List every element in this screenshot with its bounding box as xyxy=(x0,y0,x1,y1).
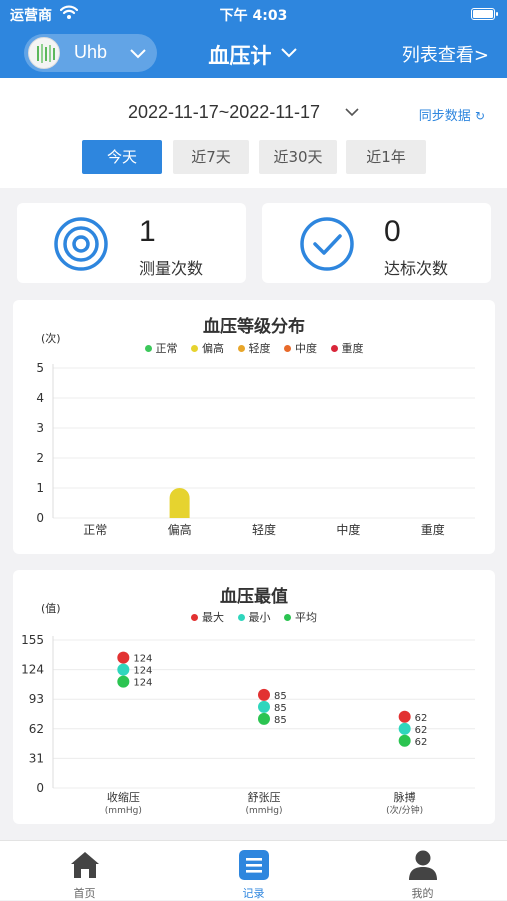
tabbar-label: 记录 xyxy=(242,887,265,900)
user-avatar xyxy=(28,37,60,69)
tab-30-days[interactable]: 近30天 xyxy=(259,140,337,174)
status-bar: 运营商 下午 4:03 xyxy=(0,0,507,28)
data-label: 85 xyxy=(274,703,287,714)
data-point xyxy=(117,675,130,688)
refresh-icon: ↻ xyxy=(474,109,485,123)
tabbar-item-home[interactable]: 首页 xyxy=(0,841,169,901)
y-tick-label: 1 xyxy=(36,481,44,495)
x-tick-label: 重度 xyxy=(421,522,445,537)
x-tick-label: 轻度 xyxy=(252,522,276,537)
data-point xyxy=(258,700,270,713)
x-tick-unit-label: (mmHg) xyxy=(105,806,142,816)
x-tick-label: 脉搏 xyxy=(394,790,416,804)
x-tick-unit-label: (次/分钟) xyxy=(386,804,423,816)
battery-icon xyxy=(471,8,498,20)
tabbar-item-records[interactable]: 记录 xyxy=(169,841,338,901)
check-circle-icon xyxy=(300,217,354,271)
sync-data-label: 同步数据 xyxy=(418,109,471,124)
tab-today[interactable]: 今天 xyxy=(82,140,162,174)
x-tick-label: 偏高 xyxy=(168,522,192,537)
measure-count-value: 1 xyxy=(139,215,156,248)
tabbar-item-profile[interactable]: 我的 xyxy=(338,841,507,901)
nav-bar: Uhb 血压计 列表查看> xyxy=(0,28,507,78)
target-count-label: 达标次数 xyxy=(384,259,449,278)
target-count-value: 0 xyxy=(384,215,401,248)
data-label: 85 xyxy=(274,691,287,702)
list-view-link[interactable]: 列表查看> xyxy=(402,41,489,67)
target-count-card: 0 达标次数 xyxy=(262,203,491,283)
filter-panel: 2022-11-17~2022-11-17 同步数据 ↻ 今天 近7天 近30天… xyxy=(0,78,507,188)
y-axis-unit-label: (值) xyxy=(41,602,61,615)
bp-level-bar-chart: (次) 0 1 2 3 4 5 正常 偏高 轻度 中度 重度 xyxy=(36,331,475,537)
bottom-tab-bar: 首页 记录 我的 xyxy=(0,840,507,900)
date-range-picker[interactable]: 2022-11-17~2022-11-17 xyxy=(128,102,320,123)
records-icon xyxy=(239,850,269,880)
y-tick-label: 5 xyxy=(36,361,44,375)
chevron-down-icon[interactable] xyxy=(343,104,361,122)
y-tick-label: 3 xyxy=(36,421,44,435)
y-tick-label: 155 xyxy=(21,633,44,647)
y-tick-label: 62 xyxy=(29,722,44,736)
x-tick-label: 收缩压 xyxy=(107,790,140,804)
x-tick-label: 中度 xyxy=(336,522,360,537)
data-label: 85 xyxy=(274,715,287,726)
tab-1-year[interactable]: 近1年 xyxy=(346,140,426,174)
data-point xyxy=(258,712,270,725)
chevron-down-icon xyxy=(130,49,146,59)
bar xyxy=(169,488,190,518)
data-label: 124 xyxy=(133,654,152,665)
x-tick-label: 正常 xyxy=(83,523,107,537)
sync-data-button[interactable]: 同步数据 ↻ xyxy=(419,105,485,124)
person-icon xyxy=(409,850,437,880)
data-point xyxy=(398,710,411,723)
y-tick-label: 124 xyxy=(21,663,44,677)
data-label: 124 xyxy=(133,678,152,689)
bp-extremes-scatter-chart: (值)0316293124155收缩压(mmHg)124124124舒张压(mm… xyxy=(21,602,475,816)
target-icon xyxy=(54,217,108,271)
user-switcher[interactable]: Uhb xyxy=(24,34,157,72)
home-icon xyxy=(71,852,99,878)
data-point xyxy=(398,722,411,735)
y-tick-label: 93 xyxy=(29,692,44,706)
measure-count-label: 测量次数 xyxy=(139,259,204,278)
y-axis-unit-label: (次) xyxy=(41,331,61,345)
device-selector[interactable] xyxy=(210,34,320,72)
data-label: 62 xyxy=(415,725,428,736)
data-label: 124 xyxy=(133,666,152,677)
y-tick-label: 31 xyxy=(29,751,44,765)
data-point xyxy=(117,663,130,676)
y-tick-label: 0 xyxy=(36,511,44,525)
data-label: 62 xyxy=(415,737,428,748)
measure-count-card: 1 测量次数 xyxy=(17,203,246,283)
bp-extremes-chart-card: 血压最值 最大 最小 平均 (值) 0 31 62 93 124 155 收缩压 (mmHg) 1… xyxy=(13,570,495,824)
x-tick-unit-label: (mmHg) xyxy=(245,806,282,816)
tab-7-days[interactable]: 近7天 xyxy=(173,140,249,174)
status-time: 下午 4:03 xyxy=(219,8,288,24)
data-label: 62 xyxy=(415,713,428,724)
data-point xyxy=(258,688,270,701)
bp-level-chart-card: 血压等级分布 正常 偏高 轻度 中度 重度 (次) 0 1 2 3 4 5 正常 偏高 轻度 中度重… xyxy=(13,300,495,554)
user-name: Uhb xyxy=(74,42,108,62)
data-point xyxy=(117,651,130,664)
y-tick-label: 2 xyxy=(36,451,44,465)
x-tick-label: 舒张压 xyxy=(248,790,281,804)
data-point xyxy=(398,734,411,747)
y-tick-label: 4 xyxy=(36,391,44,405)
tabbar-label: 首页 xyxy=(73,887,96,900)
y-tick-label: 0 xyxy=(36,781,44,795)
tabbar-label: 我的 xyxy=(411,887,434,900)
